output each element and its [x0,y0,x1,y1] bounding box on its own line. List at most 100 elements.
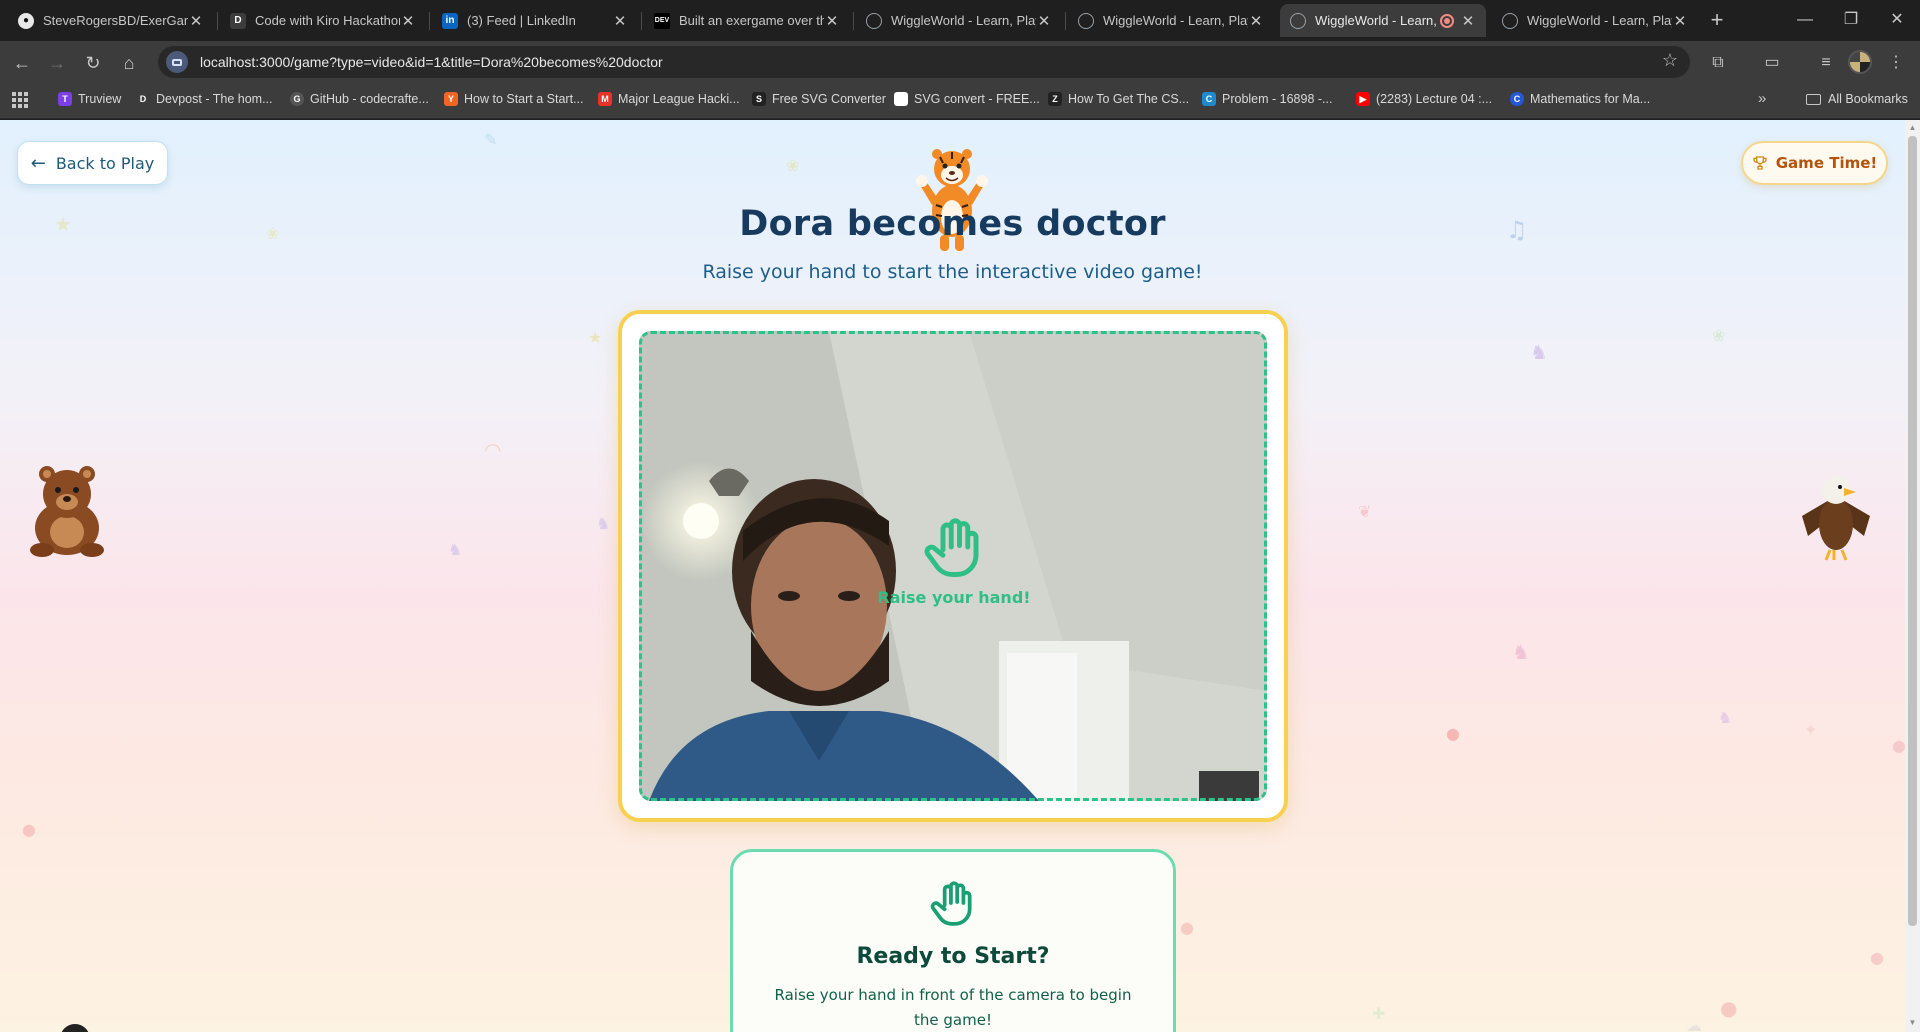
unicorn-icon: ♞ [1512,640,1530,664]
all-bookmarks-button[interactable]: All Bookmarks [1806,92,1908,106]
extensions-icon[interactable]: ⧉ [1706,51,1730,75]
browser-toolbar: ← → ↻ ⌂ localhost:3000/game?type=video&i… [0,41,1920,83]
balloon-icon: ● [1446,724,1460,743]
bookmark-item[interactable]: D Devpost - The hom... [136,92,273,106]
home-icon[interactable]: ⌂ [116,50,142,76]
rainbow-icon: ◠ [484,438,502,462]
eagle-mascot-icon [1802,476,1870,561]
close-tab-icon[interactable]: ✕ [824,12,840,30]
browser-tab[interactable]: in (3) Feed | LinkedIn ✕ [432,4,638,37]
close-window-icon[interactable]: ✕ [1874,0,1920,41]
recording-icon [1440,13,1454,28]
media-controls-icon[interactable]: ≡ [1814,51,1838,75]
apple-icon: ● [1180,918,1194,937]
browser-tab[interactable]: WiggleWorld - Learn, Play ✕ [1068,4,1274,37]
close-tab-icon[interactable]: ✕ [1460,12,1476,30]
browser-tab[interactable]: ● SteveRogersBD/ExerGame ✕ [8,4,214,37]
chevron-right-icon[interactable]: » [1758,90,1766,107]
unicorn-icon: ♞ [1718,708,1733,727]
puzzle-icon: ✚ [1372,1004,1386,1023]
minimize-icon[interactable]: — [1782,0,1828,41]
z-icon: Z [1048,92,1062,106]
menu-icon[interactable]: ⋮ [1884,51,1908,75]
close-tab-icon[interactable]: ✕ [400,12,416,30]
bear-mascot-icon [30,466,104,557]
profile-avatar[interactable] [1848,50,1872,74]
unicorn-icon: ♞ [1530,340,1548,364]
close-tab-icon[interactable]: ✕ [1672,12,1688,30]
browser-tab[interactable]: D Code with Kiro Hackathon ✕ [220,4,426,37]
hand-raised-icon [924,518,979,577]
globe-icon [1502,12,1518,29]
close-tab-icon[interactable]: ✕ [612,12,628,30]
page-title: Dora becomes doctor [739,204,1166,244]
codeforces-icon: C [1202,92,1216,106]
scrollbar-thumb[interactable] [1908,136,1917,926]
back-to-play-button[interactable]: ← Back to Play [17,141,168,185]
page-icon [894,92,908,106]
flower-icon: ❀ [1712,326,1726,345]
balloon-icon: ● [1720,996,1738,1020]
game-time-button[interactable]: Game Time! [1741,141,1888,185]
bookmark-item[interactable]: S Free SVG Converter [752,92,886,106]
bookmark-item[interactable]: ▶ (2283) Lecture 04 :... [1356,92,1492,106]
page-scrollbar[interactable]: ▲ ▼ [1905,120,1920,1032]
forward-arrow-icon[interactable]: → [44,50,70,76]
devpost-icon: D [136,92,150,106]
star-icon: ✦ [1804,720,1818,739]
close-tab-icon[interactable]: ✕ [1036,12,1052,30]
bookmark-item[interactable]: G GitHub - codecrafte... [290,92,429,106]
hand-raised-icon [930,881,972,926]
mlh-icon: M [598,92,612,106]
apps-grid-icon[interactable] [12,92,28,108]
camera-in-use-icon[interactable] [166,51,188,73]
cast-icon[interactable]: ▭ [1760,51,1784,75]
globe-icon [1290,12,1306,29]
video-frame: Raise your hand! [618,310,1288,822]
github-icon: G [290,92,304,106]
globe-icon [866,12,882,29]
balloon-icon: ● [1870,948,1884,967]
balloon-icon: ● [1892,736,1905,755]
leaf-icon: ❦ [1358,502,1372,521]
new-tab-icon[interactable]: + [1704,8,1730,34]
ycombinator-icon: Y [444,92,458,106]
bookmark-item[interactable]: Y How to Start a Start... [444,92,584,106]
bookmark-item[interactable]: M Major League Hacki... [598,92,740,106]
browser-tab[interactable]: DEV Built an exergame over th ✕ [644,4,850,37]
tab-bar: ● SteveRogersBD/ExerGame ✕ D Code with K… [0,0,1920,41]
raise-hand-overlay: Raise your hand! [622,514,1286,607]
globe-icon [1078,12,1094,29]
linkedin-icon: in [442,12,458,29]
back-arrow-icon[interactable]: ← [9,50,35,76]
browser-tab[interactable]: WiggleWorld - Learn, Play ✕ [1492,4,1698,37]
scroll-up-icon[interactable]: ▲ [1908,123,1917,132]
reload-icon[interactable]: ↻ [80,50,106,76]
address-bar[interactable]: localhost:3000/game?type=video&id=1&titl… [158,46,1690,78]
ready-title: Ready to Start? [856,944,1050,969]
bookmark-item[interactable]: T Truview [58,92,121,106]
ready-instructions: Raise your hand in front of the camera t… [774,986,1132,1029]
bookmark-item[interactable]: C Mathematics for Ma... [1510,92,1650,106]
close-tab-icon[interactable]: ✕ [1248,12,1264,30]
truview-icon: T [58,92,72,106]
url-text[interactable]: localhost:3000/game?type=video&id=1&titl… [200,54,663,70]
bookmark-item[interactable]: SVG convert - FREE... [894,92,1040,106]
coursera-icon: C [1510,92,1524,106]
unicorn-icon: ♞ [596,514,611,533]
ready-to-start-card: Ready to Start? Raise your hand in front… [730,849,1176,1032]
scroll-down-icon[interactable]: ▼ [1908,1018,1917,1027]
bookmark-item[interactable]: C Problem - 16898 -... [1202,92,1332,106]
mascot-partial-icon [60,1024,90,1032]
browser-tab[interactable]: WiggleWorld - Learn, Play ✕ [856,4,1062,37]
browser-tab-active[interactable]: WiggleWorld - Learn, F ✕ [1280,4,1486,37]
page-subtitle: Raise your hand to start the interactive… [702,261,1203,283]
flower-icon: ❀ [786,156,800,175]
restore-icon[interactable]: ❐ [1828,0,1874,41]
page-viewport: ✎ ❀ ★ ❀ ♫ ★ ♞ ❀ ◠ ♞ ♞ ❦ ♞ ♞ ● ✦ ● ● ● ● … [0,120,1905,1032]
bookmark-item[interactable]: Z How To Get The CS... [1048,92,1189,106]
bookmark-star-icon[interactable]: ☆ [1662,50,1678,71]
close-tab-icon[interactable]: ✕ [188,12,204,30]
svg-icon: S [752,92,766,106]
arrow-left-icon: ← [30,152,46,174]
